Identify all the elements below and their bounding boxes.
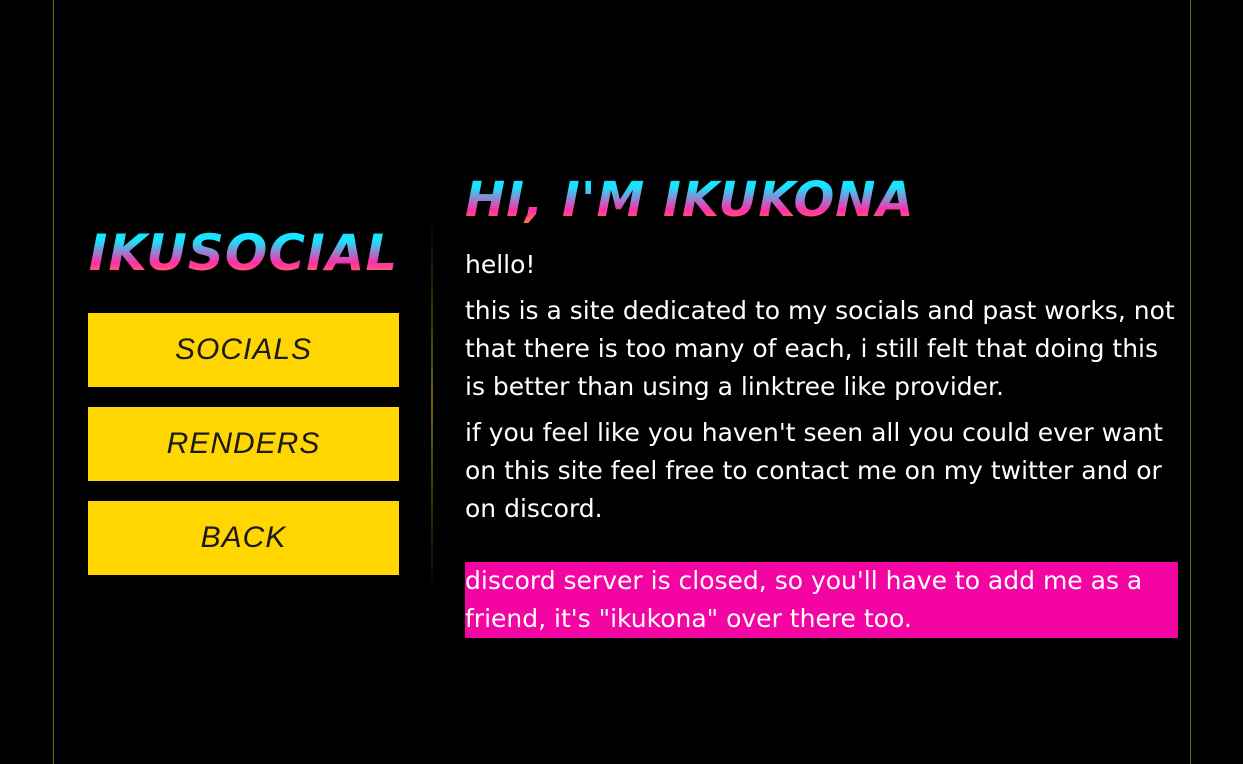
- renders-button[interactable]: RENDERS: [88, 407, 399, 481]
- intro-paragraph-greeting: hello!: [465, 250, 536, 279]
- vertical-divider: [431, 215, 433, 595]
- back-button[interactable]: BACK: [88, 501, 399, 575]
- site-logo-title: IKUSOCIAL: [88, 224, 399, 282]
- left-frame-line: [53, 0, 54, 764]
- sidebar-nav: SOCIALS RENDERS BACK: [88, 313, 399, 595]
- intro-paragraph-about: this is a site dedicated to my socials a…: [465, 296, 1175, 401]
- intro-paragraph-contact: if you feel like you haven't seen all yo…: [465, 418, 1163, 523]
- page-title: HI, I'M IKUKONA: [465, 168, 915, 232]
- right-frame-line: [1190, 0, 1191, 764]
- discord-notice: discord server is closed, so you'll have…: [465, 562, 1178, 638]
- main-content: HI, I'M IKUKONA hello! this is a site de…: [465, 168, 1180, 638]
- socials-button[interactable]: SOCIALS: [88, 313, 399, 387]
